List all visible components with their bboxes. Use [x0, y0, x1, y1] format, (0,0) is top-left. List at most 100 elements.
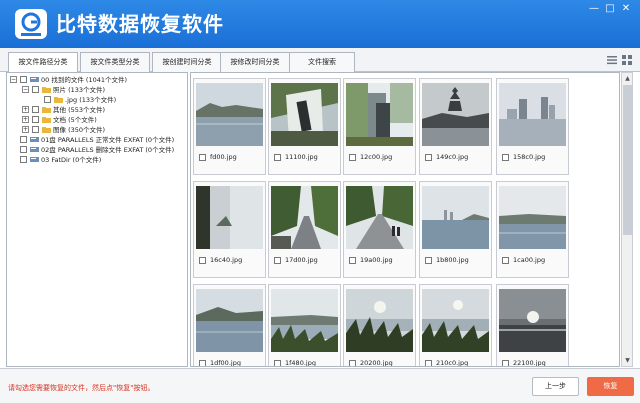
thumbnail-checkbox[interactable]	[274, 360, 281, 366]
thumbnail-card[interactable]: fd00.jpg	[193, 78, 266, 175]
thumbnail-card[interactable]: 210c0.jpg	[419, 284, 492, 366]
previous-step-button[interactable]: 上一步	[532, 377, 579, 396]
thumbnail-checkbox[interactable]	[274, 154, 281, 161]
minimize-button[interactable]: —	[588, 3, 600, 15]
thumbnail-card[interactable]: 12c00.jpg	[343, 78, 416, 175]
photo-preview[interactable]	[422, 186, 489, 249]
thumbnail-filename: 1b800.jpg	[436, 256, 469, 264]
thumbnail-grid: fd00.jpg 11100.jpg 12c00.jpg 149c0.jpg 158c0…	[190, 72, 620, 367]
thumbnail-checkbox[interactable]	[199, 154, 206, 161]
thumbnail-card[interactable]: 149c0.jpg	[419, 78, 492, 175]
scroll-down-icon[interactable]: ▼	[623, 356, 632, 365]
thumbnail-checkbox[interactable]	[425, 154, 432, 161]
tree-item-disk-02[interactable]: 02盘 PARALLELS 删除文件 EXFAT (0个文件)	[7, 145, 187, 155]
vertical-scrollbar[interactable]: ▲ ▼	[621, 72, 633, 367]
tree-checkbox[interactable]	[32, 126, 39, 133]
thumbnail-card[interactable]: 158c0.jpg	[496, 78, 569, 175]
photo-preview[interactable]	[196, 289, 263, 352]
maximize-button[interactable]: □	[604, 3, 616, 15]
collapse-icon[interactable]: −	[22, 86, 29, 93]
photo-preview[interactable]	[422, 83, 489, 146]
thumbnail-card[interactable]: 19a00.jpg	[343, 181, 416, 278]
tree-checkbox[interactable]	[32, 86, 39, 93]
tab-by-created[interactable]: 按创建时间分类	[152, 52, 222, 72]
thumbnail-card[interactable]: 11100.jpg	[268, 78, 341, 175]
photo-preview[interactable]	[346, 289, 413, 352]
folder-icon	[42, 117, 51, 123]
photo-preview[interactable]	[499, 289, 566, 352]
scrollbar-thumb[interactable]	[623, 85, 632, 235]
photo-preview[interactable]	[271, 186, 338, 249]
tree-checkbox[interactable]	[32, 106, 39, 113]
photo-preview[interactable]	[422, 289, 489, 352]
tree-item-documents[interactable]: + 文档 (5个文件)	[7, 115, 187, 125]
thumbnail-checkbox[interactable]	[349, 360, 356, 366]
thumbnail-card[interactable]: 1f480.jpg	[268, 284, 341, 367]
photo-preview[interactable]	[196, 186, 263, 249]
folder-tree: − 00 找到的文件 (1041个文件) − 照片 (133个文件) .jpg …	[6, 72, 188, 367]
expand-icon[interactable]: +	[22, 106, 29, 113]
thumbnail-card[interactable]: 16c40.jpg	[193, 181, 266, 278]
close-button[interactable]: ✕	[620, 3, 632, 15]
photo-preview[interactable]	[271, 289, 338, 352]
thumbnail-filename: 17d00.jpg	[285, 256, 318, 264]
photo-preview[interactable]	[499, 186, 566, 249]
tree-item-photos[interactable]: − 照片 (133个文件)	[7, 85, 187, 95]
tree-item-found-files[interactable]: − 00 找到的文件 (1041个文件)	[7, 75, 187, 85]
tree-checkbox[interactable]	[20, 76, 27, 83]
expand-icon[interactable]: +	[22, 116, 29, 123]
instruction-text: 请勾选您需要恢复的文件，然后点"恢复"按钮。	[8, 384, 155, 392]
tree-item-label: 其他 (553个文件)	[53, 106, 106, 114]
thumbnail-checkbox[interactable]	[199, 257, 206, 264]
thumbnail-card[interactable]: 22100.jpg	[496, 284, 569, 366]
tree-item-other[interactable]: + 其他 (553个文件)	[7, 105, 187, 115]
tree-item-images[interactable]: + 图像 (350个文件)	[7, 125, 187, 135]
thumbnail-filename: 158c0.jpg	[513, 153, 546, 161]
tree-item-disk-01[interactable]: 01盘 PARALLELS 正常文件 EXFAT (0个文件)	[7, 135, 187, 145]
tree-checkbox[interactable]	[32, 116, 39, 123]
tree-checkbox[interactable]	[44, 96, 51, 103]
tab-file-search[interactable]: 文件搜索	[289, 52, 355, 72]
tab-by-type[interactable]: 按文件类型分类	[80, 52, 150, 72]
thumbnail-checkbox[interactable]	[274, 257, 281, 264]
collapse-icon[interactable]: −	[10, 76, 17, 83]
recover-button[interactable]: 恢复	[587, 377, 634, 396]
thumbnail-checkbox[interactable]	[199, 360, 206, 366]
thumbnail-card[interactable]: 1df00.jpg	[193, 284, 266, 367]
grid-view-icon[interactable]	[622, 55, 632, 65]
photo-preview[interactable]	[271, 83, 338, 146]
tree-checkbox[interactable]	[20, 156, 27, 163]
tab-by-modified[interactable]: 按修改时间分类	[220, 52, 290, 72]
thumbnail-filename: 1df00.jpg	[210, 359, 241, 367]
list-view-icon[interactable]	[607, 55, 617, 65]
photo-preview[interactable]	[196, 83, 263, 146]
thumbnail-checkbox[interactable]	[425, 257, 432, 264]
tree-item-label: .jpg (133个文件)	[65, 96, 117, 104]
thumbnail-checkbox[interactable]	[502, 154, 509, 161]
thumbnail-filename: 1f480.jpg	[285, 359, 316, 367]
tree-item-label: 图像 (350个文件)	[53, 126, 106, 134]
thumbnail-checkbox[interactable]	[349, 154, 356, 161]
photo-preview[interactable]	[346, 83, 413, 146]
tree-item-fatdir[interactable]: 03 FatDir (0个文件)	[7, 155, 187, 165]
tree-checkbox[interactable]	[20, 136, 27, 143]
expand-icon[interactable]: +	[22, 126, 29, 133]
scroll-up-icon[interactable]: ▲	[623, 74, 632, 83]
thumbnail-checkbox[interactable]	[502, 257, 509, 264]
thumbnail-card[interactable]: 20200.jpg	[343, 284, 416, 366]
photo-preview[interactable]	[346, 186, 413, 249]
tab-by-path[interactable]: 按文件路径分类	[8, 52, 78, 73]
thumbnail-checkbox[interactable]	[502, 360, 509, 366]
thumbnail-checkbox[interactable]	[349, 257, 356, 264]
thumbnail-checkbox[interactable]	[425, 360, 432, 366]
photo-preview[interactable]	[499, 83, 566, 146]
tree-item-jpg[interactable]: .jpg (133个文件)	[7, 95, 187, 105]
tree-checkbox[interactable]	[20, 146, 27, 153]
thumbnail-card[interactable]: 1ca00.jpg	[496, 181, 569, 278]
thumbnail-filename: 12c00.jpg	[360, 153, 393, 161]
thumbnail-card[interactable]: 17d00.jpg	[268, 181, 341, 278]
thumbnail-card[interactable]: 1b800.jpg	[419, 181, 492, 278]
tree-item-label: 文档 (5个文件)	[53, 116, 97, 124]
thumbnail-filename: 16c40.jpg	[210, 256, 243, 264]
thumbnail-filename: fd00.jpg	[210, 153, 237, 161]
